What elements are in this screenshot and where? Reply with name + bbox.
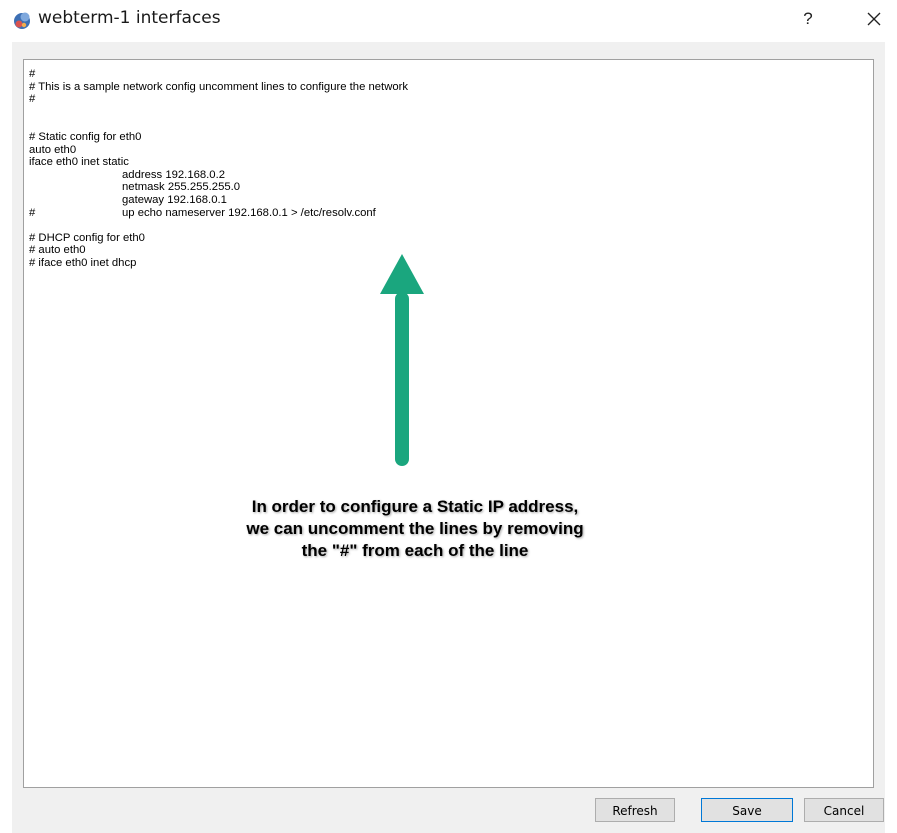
config-line <box>29 118 408 131</box>
up-arrow-annotation <box>380 254 424 466</box>
save-button[interactable]: Save <box>701 798 793 822</box>
config-line: # auto eth0 <box>29 244 408 257</box>
config-text-editor[interactable]: # # This is a sample network config uncom… <box>23 59 874 788</box>
line-text: up echo nameserver 192.168.0.1 > /etc/re… <box>122 206 376 219</box>
config-line: # up echo nameserver 192.168.0.1 > /etc/r… <box>29 207 408 220</box>
annotation-text: In order to configure a Static IP addres… <box>150 496 680 562</box>
config-line: netmask 255.255.255.0 <box>29 181 408 194</box>
window-title: webterm-1 interfaces <box>38 8 221 28</box>
line-text: # Static config for eth0 <box>29 130 142 143</box>
config-line: # <box>29 68 408 81</box>
config-line: # iface eth0 inet dhcp <box>29 257 408 270</box>
line-text: # <box>29 93 36 106</box>
line-prefix: # <box>29 206 36 219</box>
config-line <box>29 106 408 119</box>
close-icon <box>867 12 881 26</box>
title-bar: webterm-1 interfaces ? <box>0 0 897 40</box>
config-line: # This is a sample network config uncomm… <box>29 81 408 94</box>
line-text: gateway 192.168.0.1 <box>122 193 227 206</box>
config-line: auto eth0 <box>29 144 408 157</box>
line-text: netmask 255.255.255.0 <box>122 181 241 194</box>
config-text: # # This is a sample network config uncom… <box>29 68 408 270</box>
line-text: address 192.168.0.2 <box>122 168 226 181</box>
line-text: # auto eth0 <box>29 244 86 257</box>
refresh-button[interactable]: Refresh <box>595 798 675 822</box>
config-line: # <box>29 93 408 106</box>
config-line: # DHCP config for eth0 <box>29 232 408 245</box>
config-line: # Static config for eth0 <box>29 131 408 144</box>
line-text: auto eth0 <box>29 143 77 156</box>
annotation-line: we can uncomment the lines by removing <box>246 519 584 538</box>
help-button[interactable]: ? <box>797 6 819 32</box>
close-button[interactable] <box>860 6 888 32</box>
cancel-button[interactable]: Cancel <box>804 798 884 822</box>
app-icon <box>12 10 32 30</box>
config-line: gateway 192.168.0.1 <box>29 194 408 207</box>
config-line: iface eth0 inet static <box>29 156 408 169</box>
line-text: # This is a sample network config uncomm… <box>29 80 409 93</box>
config-line: address 192.168.0.2 <box>29 169 408 182</box>
line-text: # DHCP config for eth0 <box>29 231 145 244</box>
annotation-line: In order to configure a Static IP addres… <box>251 497 579 516</box>
line-text: # <box>29 68 36 80</box>
config-line <box>29 219 408 232</box>
line-text: # iface eth0 inet dhcp <box>29 256 137 269</box>
annotation-line: the "#" from each of the line <box>301 541 529 560</box>
line-text: iface eth0 inet static <box>29 156 129 169</box>
